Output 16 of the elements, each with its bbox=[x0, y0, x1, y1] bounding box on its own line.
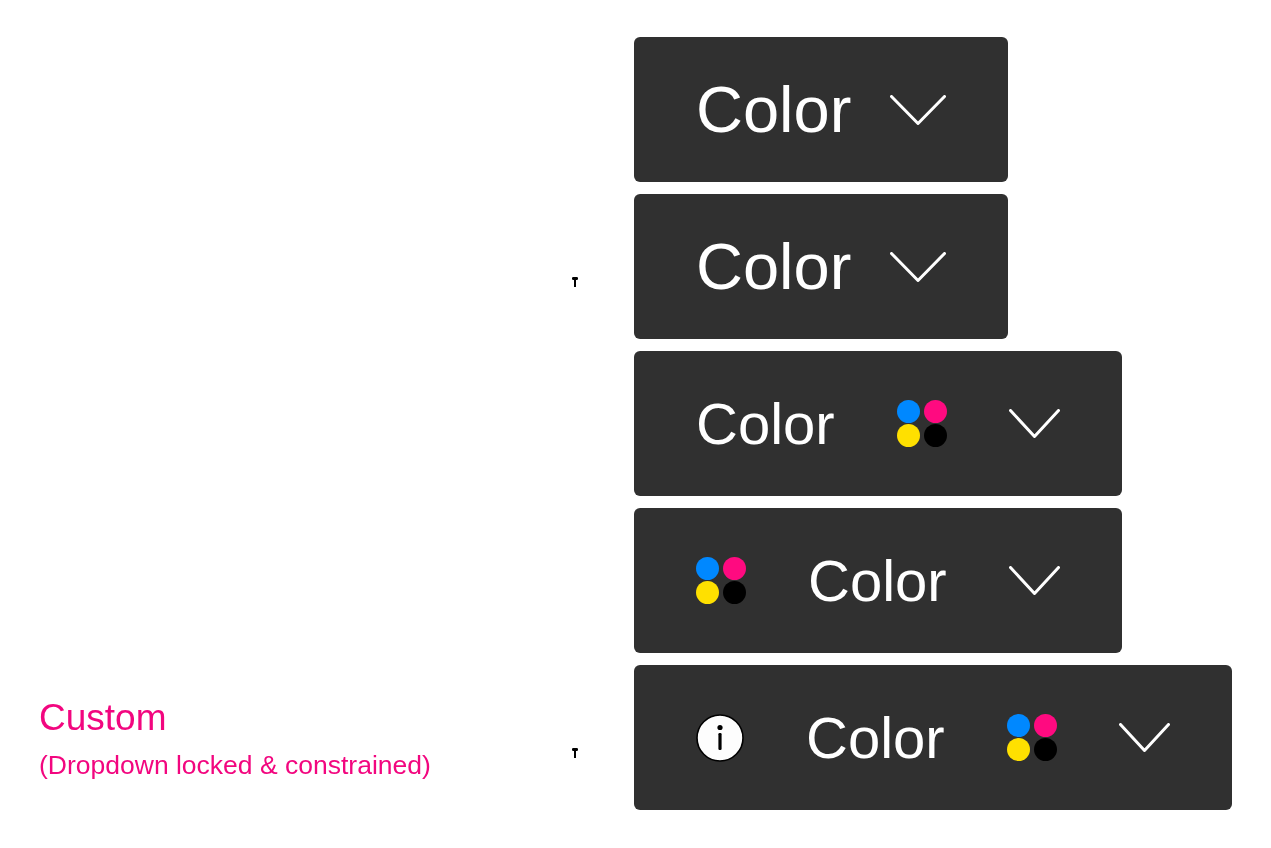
note-title: Custom bbox=[39, 697, 167, 740]
dropdown[interactable]: Color bbox=[634, 37, 1009, 182]
chevron-down-icon bbox=[1008, 409, 1060, 438]
dropdown[interactable]: Color bbox=[634, 665, 1232, 810]
chevron-down-icon bbox=[1118, 723, 1170, 752]
info-icon bbox=[696, 713, 744, 762]
color-dots-icon bbox=[1006, 714, 1057, 761]
note-text: (Dropdown locked & constrained) bbox=[39, 749, 431, 782]
chevron-down-icon bbox=[1008, 566, 1060, 595]
dropdown[interactable]: Color bbox=[634, 508, 1122, 653]
color-dots-icon bbox=[696, 557, 746, 604]
chevron-down-icon bbox=[890, 251, 947, 282]
dropdown[interactable]: Color bbox=[634, 194, 1009, 339]
dropdown[interactable]: Color bbox=[634, 351, 1122, 496]
chevron-down-icon bbox=[890, 94, 947, 125]
color-dots-icon bbox=[896, 400, 947, 447]
